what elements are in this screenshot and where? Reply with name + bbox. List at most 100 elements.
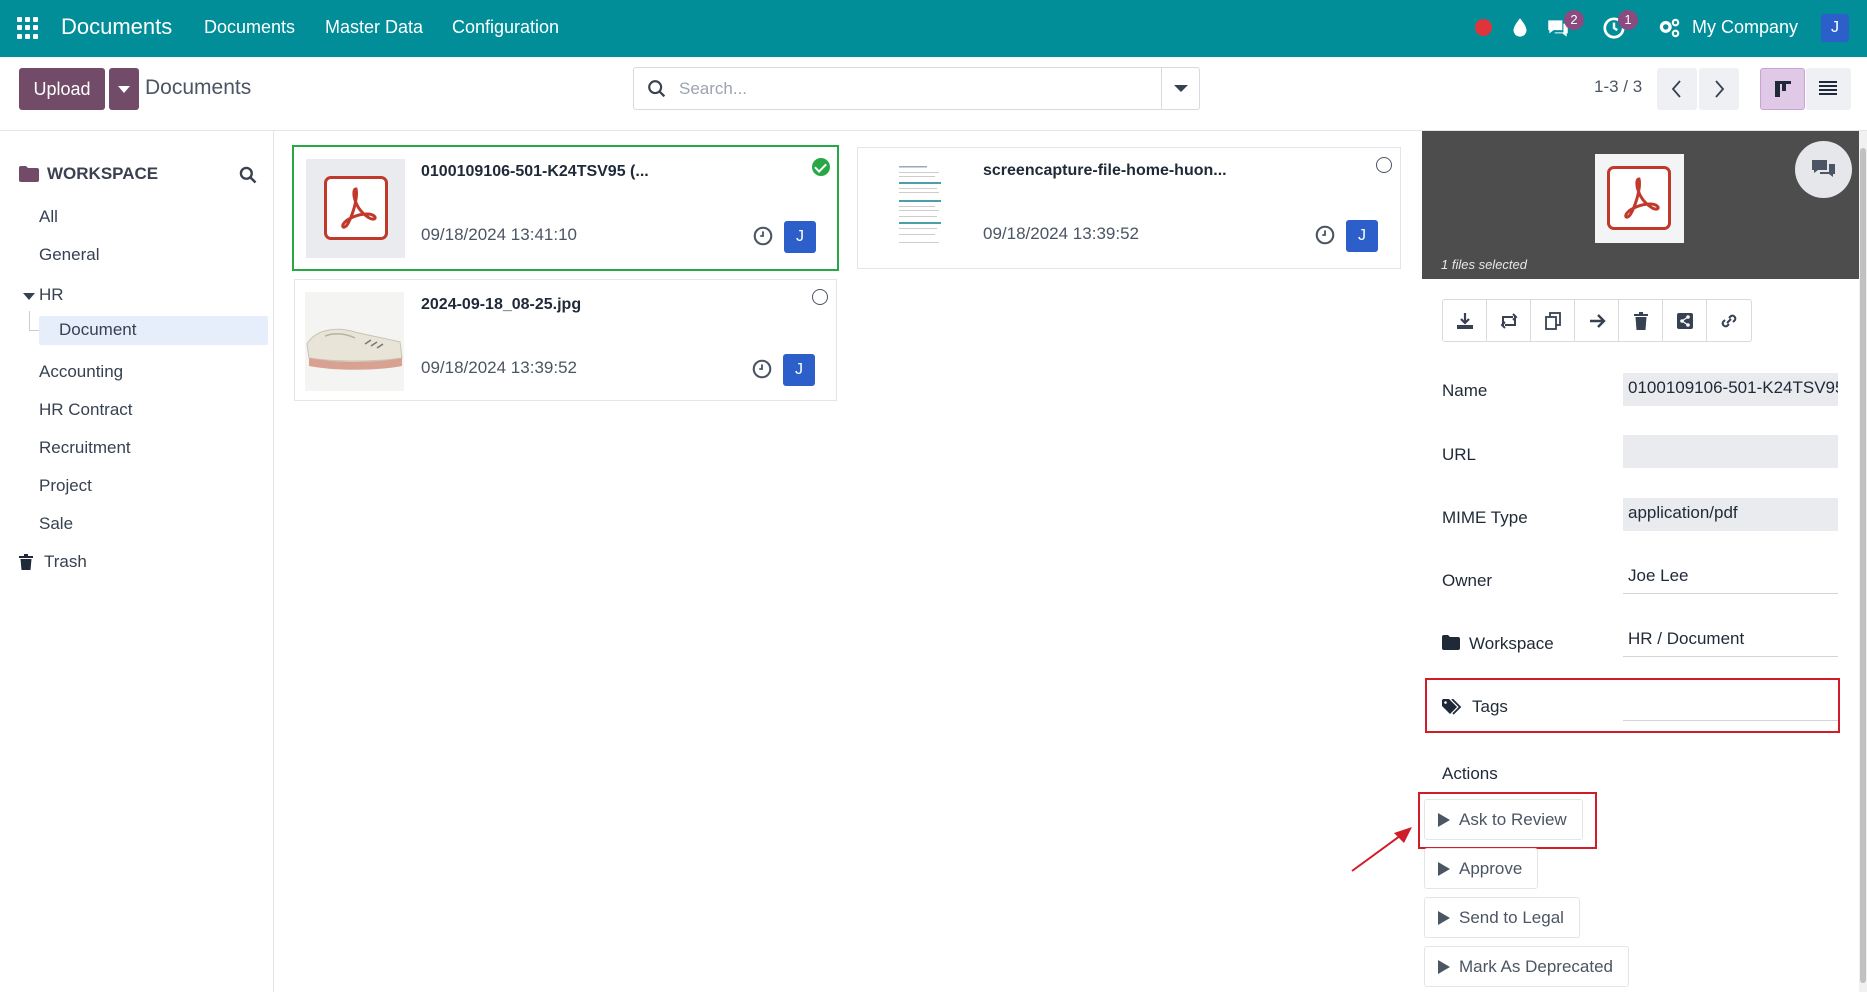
annotation-arrow-icon [1351, 827, 1412, 872]
chat-icon [1812, 160, 1835, 177]
sidebar-item-hr[interactable]: HR [39, 285, 64, 305]
tree-connector [29, 330, 39, 331]
replace-button[interactable] [1487, 300, 1531, 341]
kanban-icon [1775, 81, 1791, 97]
search-options-toggle[interactable] [1161, 68, 1199, 109]
top-navbar: Documents Documents Master Data Configur… [0, 0, 1867, 57]
sidebar-item-recruitment[interactable]: Recruitment [39, 438, 131, 458]
workspace-search-icon[interactable] [238, 165, 258, 185]
mark-as-deprecated-button[interactable]: Mark As Deprecated [1424, 946, 1630, 987]
control-panel: Upload Documents 1-3 / 3 [0, 57, 1867, 131]
share-icon [1676, 312, 1693, 329]
upload-dropdown-toggle[interactable] [109, 68, 139, 110]
kanban-view-button[interactable] [1760, 68, 1805, 110]
pager-value[interactable]: 1-3 / 3 [1594, 77, 1642, 97]
retweet-icon [1500, 312, 1517, 329]
delete-button[interactable] [1619, 300, 1663, 341]
upload-button[interactable]: Upload [19, 68, 105, 110]
pager-next-button[interactable] [1699, 68, 1739, 110]
trash-icon [1633, 311, 1648, 330]
document-name[interactable]: 2024-09-18_08-25.jpg [421, 296, 581, 314]
document-card[interactable]: screencapture-file-home-huon... 09/18/20… [857, 147, 1401, 269]
folder-icon [19, 166, 39, 182]
breadcrumb: Documents [145, 76, 252, 99]
select-radio[interactable] [1376, 157, 1392, 173]
document-toolbar [1442, 299, 1752, 342]
menu-configuration[interactable]: Configuration [452, 17, 559, 38]
activity-clock-icon[interactable] [751, 358, 773, 380]
name-field[interactable]: 0100109106-501-K24TSV95 [1623, 373, 1838, 406]
owner-field[interactable]: Joe Lee [1623, 561, 1838, 594]
company-switch-icon[interactable] [1656, 15, 1682, 41]
document-date: 09/18/2024 13:39:52 [421, 358, 577, 377]
share-button[interactable] [1663, 300, 1707, 341]
list-icon [1819, 81, 1837, 95]
pdf-icon [324, 176, 388, 240]
drop-icon[interactable] [1507, 15, 1533, 41]
sidebar-item-hr-contract[interactable]: HR Contract [39, 400, 133, 420]
pdf-thumbnail [306, 159, 405, 258]
tree-connector [29, 311, 30, 331]
tags-label: Tags [1472, 697, 1508, 716]
sidebar-item-sale[interactable]: Sale [39, 514, 73, 534]
search-icon [648, 80, 666, 98]
owner-avatar[interactable]: J [784, 221, 816, 253]
apps-menu-icon[interactable] [17, 17, 39, 39]
activity-clock-icon[interactable] [752, 225, 774, 247]
menu-master-data[interactable]: Master Data [325, 17, 423, 38]
sidebar-item-document[interactable]: Document [59, 320, 136, 340]
document-name[interactable]: 0100109106-501-K24TSV95 (... [421, 163, 649, 181]
arrow-right-icon [1589, 313, 1606, 328]
panel-scrollbar-thumb[interactable] [1860, 148, 1866, 983]
link-icon [1721, 314, 1737, 327]
mime-type-field: application/pdf [1623, 498, 1838, 531]
workspace-header: WORKSPACE [19, 164, 158, 184]
recording-dot-icon[interactable] [1475, 19, 1492, 36]
screenshot-thumbnail [869, 158, 968, 257]
selected-check-icon[interactable] [812, 158, 830, 176]
document-date: 09/18/2024 13:39:52 [983, 224, 1139, 243]
app-title[interactable]: Documents [61, 14, 172, 40]
url-field[interactable] [1623, 435, 1838, 468]
move-button[interactable] [1575, 300, 1619, 341]
document-card[interactable]: 2024-09-18_08-25.jpg 09/18/2024 13:39:52… [294, 279, 837, 401]
document-name[interactable]: screencapture-file-home-huon... [983, 162, 1227, 180]
activity-clock-icon[interactable] [1314, 224, 1336, 246]
pager-previous-button[interactable] [1657, 68, 1697, 110]
search-input[interactable] [679, 76, 1129, 102]
download-icon [1456, 312, 1473, 329]
document-card[interactable]: 0100109106-501-K24TSV95 (... 09/18/2024 … [292, 145, 839, 271]
list-view-button[interactable] [1806, 68, 1851, 110]
owner-avatar[interactable]: J [783, 354, 815, 386]
workspace-title: WORKSPACE [47, 164, 159, 183]
sidebar-item-project[interactable]: Project [39, 476, 92, 496]
chevron-left-icon [1671, 80, 1681, 98]
sidebar-item-trash[interactable]: Trash [44, 552, 87, 572]
chevron-right-icon [1715, 80, 1725, 98]
pdf-thumbnail[interactable] [1595, 154, 1684, 243]
download-button[interactable] [1443, 300, 1487, 341]
sidebar-item-accounting[interactable]: Accounting [39, 362, 123, 382]
workspace-sidebar: WORKSPACE All General HR Document Accoun… [0, 131, 274, 992]
duplicate-button[interactable] [1531, 300, 1575, 341]
document-date: 09/18/2024 13:41:10 [421, 225, 577, 244]
search-bar [633, 67, 1200, 110]
send-to-legal-button[interactable]: Send to Legal [1424, 897, 1580, 938]
link-button[interactable] [1707, 300, 1751, 341]
sidebar-item-all[interactable]: All [39, 207, 58, 227]
sidebar-item-general[interactable]: General [39, 245, 99, 265]
menu-documents[interactable]: Documents [204, 17, 295, 38]
ask-to-review-button[interactable]: Ask to Review [1424, 799, 1583, 840]
owner-avatar[interactable]: J [1346, 220, 1378, 252]
company-name[interactable]: My Company [1692, 17, 1798, 38]
tags-field[interactable] [1623, 689, 1838, 721]
workspace-field[interactable]: HR / Document [1623, 624, 1838, 657]
caret-down-icon[interactable] [23, 293, 35, 300]
activities-badge: 1 [1618, 10, 1638, 30]
user-avatar[interactable]: J [1821, 14, 1849, 42]
select-radio[interactable] [812, 289, 828, 305]
chatter-button[interactable] [1795, 141, 1852, 198]
copy-icon [1544, 311, 1561, 330]
mime-type-label: MIME Type [1442, 508, 1528, 527]
approve-button[interactable]: Approve [1424, 848, 1539, 889]
